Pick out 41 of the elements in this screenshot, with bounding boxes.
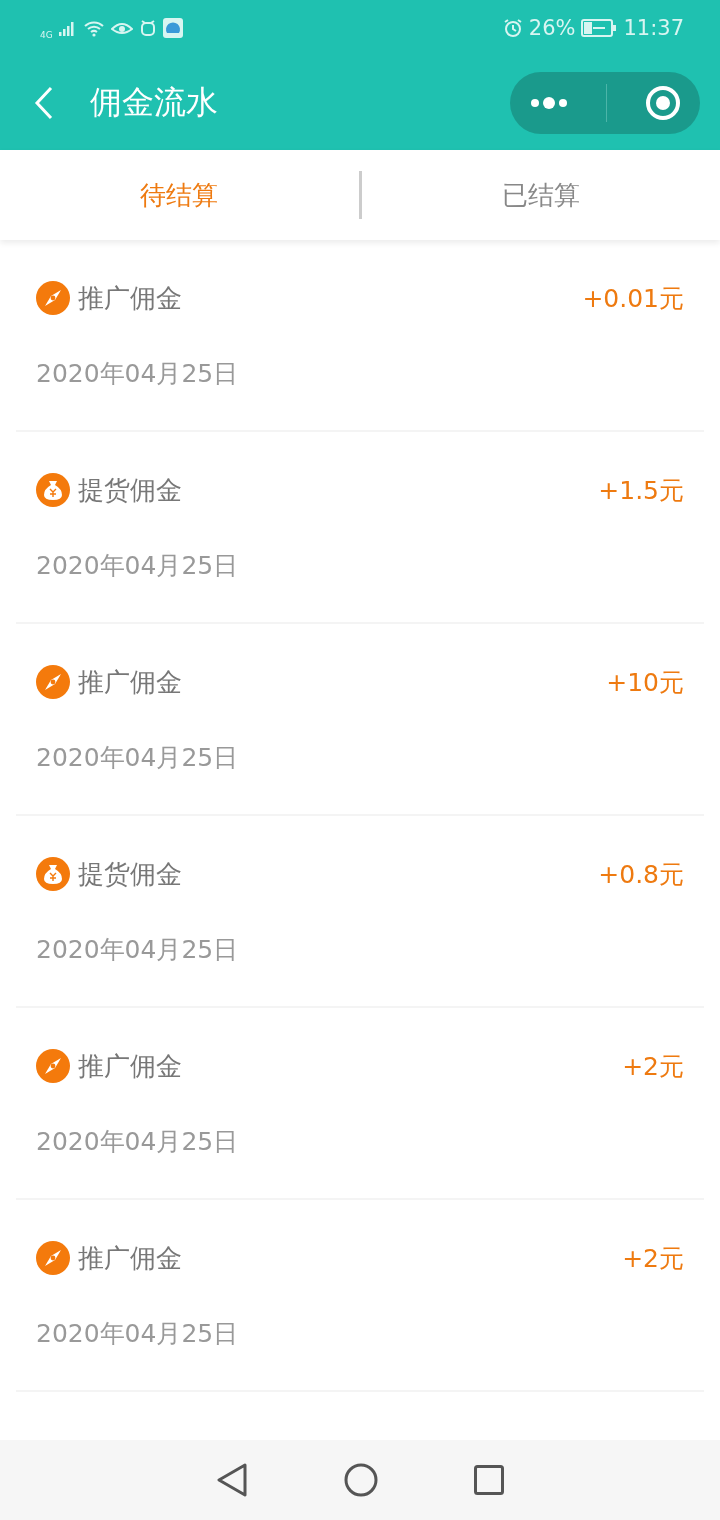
battery-percent: 26% bbox=[528, 16, 576, 40]
record-amount: +10元 bbox=[606, 666, 684, 699]
record-amount: +2元 bbox=[622, 1242, 684, 1275]
record-title: 提货佣金 bbox=[78, 857, 183, 891]
record-amount: +1.5元 bbox=[598, 474, 684, 507]
clock-time: 11:37 bbox=[623, 16, 684, 40]
record-date: 2020年04月25日 bbox=[36, 1318, 240, 1350]
record-date: 2020年04月25日 bbox=[36, 358, 240, 390]
record-title: 提货佣金 bbox=[78, 473, 183, 507]
battery-icon bbox=[581, 19, 618, 37]
back-icon[interactable] bbox=[216, 1463, 248, 1497]
money-bag-icon bbox=[36, 473, 70, 507]
record-title: 推广佣金 bbox=[78, 665, 183, 699]
record-date: 2020年04月25日 bbox=[36, 1126, 240, 1158]
eye-icon bbox=[110, 20, 133, 36]
home-icon[interactable] bbox=[344, 1463, 378, 1497]
record-date: 2020年04月25日 bbox=[36, 934, 240, 966]
more-icon[interactable] bbox=[528, 97, 569, 109]
page-title: 佣金流水 bbox=[90, 82, 219, 123]
app-icon bbox=[162, 18, 183, 38]
tab[interactable]: 待结算 bbox=[0, 150, 359, 240]
tab[interactable]: 已结算 bbox=[361, 150, 720, 240]
network-label: 4G bbox=[40, 30, 53, 40]
compass-icon bbox=[36, 1049, 70, 1083]
record-title: 推广佣金 bbox=[78, 281, 183, 315]
record-amount: +0.8元 bbox=[598, 858, 684, 891]
alarm-clock-icon bbox=[502, 18, 523, 38]
record-amount: +0.01元 bbox=[582, 282, 684, 315]
record-title: 推广佣金 bbox=[78, 1049, 183, 1083]
signal-icon bbox=[58, 20, 77, 36]
close-icon[interactable] bbox=[645, 85, 682, 121]
record-amount: +2元 bbox=[622, 1050, 684, 1083]
compass-icon bbox=[36, 665, 70, 699]
wifi-icon bbox=[82, 19, 105, 37]
record-date: 2020年04月25日 bbox=[36, 742, 240, 774]
compass-icon bbox=[36, 1241, 70, 1275]
record-title: 推广佣金 bbox=[78, 1241, 183, 1275]
compass-icon bbox=[36, 281, 70, 315]
recents-icon[interactable] bbox=[474, 1465, 504, 1495]
money-bag-icon bbox=[36, 857, 70, 891]
record-date: 2020年04月25日 bbox=[36, 550, 240, 582]
